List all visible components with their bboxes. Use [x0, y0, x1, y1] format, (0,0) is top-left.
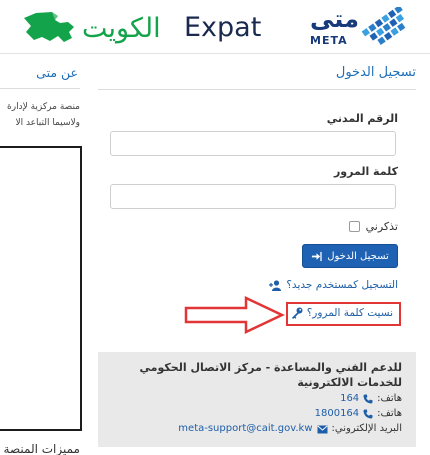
password-label: كلمة المرور	[333, 165, 398, 178]
key-icon	[291, 307, 303, 319]
intro-video[interactable]	[0, 146, 82, 431]
forgot-password-highlight: نسيت كلمة المرور؟	[286, 302, 401, 326]
meta-mark-icon	[361, 7, 406, 45]
meta-logo: متى META	[306, 5, 424, 49]
register-link[interactable]: التسجيل كمستخدم جديد؟	[269, 279, 398, 291]
meta-logo-arabic: متى	[310, 5, 359, 33]
phone-icon	[363, 409, 373, 419]
support-phone-2: هاتف: 1800164	[112, 408, 402, 420]
support-phone-1: هاتف: 164	[112, 393, 402, 405]
email-value[interactable]: meta-support@cait.gov.kw	[178, 423, 312, 435]
login-button-label: تسجيل الدخول	[327, 250, 389, 262]
password-input[interactable]	[110, 184, 396, 209]
about-line-1: منصة مركزية لإدارة	[7, 102, 80, 112]
phone-1-label: هاتف:	[377, 393, 402, 404]
phone-icon	[363, 394, 373, 404]
login-button[interactable]: تسجيل الدخول	[302, 244, 398, 268]
about-line-2: ولاسيما التباعد الا	[15, 118, 80, 128]
envelope-icon	[316, 425, 328, 433]
forgot-password-label: نسيت كلمة المرور؟	[306, 307, 393, 319]
arrow-right-icon	[184, 296, 285, 334]
phone-2-value[interactable]: 1800164	[315, 408, 360, 420]
sign-in-icon	[312, 251, 322, 261]
brand-arabic: الكويت	[82, 13, 161, 44]
phone-1-value[interactable]: 164	[340, 393, 359, 405]
user-plus-icon	[269, 279, 282, 291]
about-description: منصة مركزية لإدارة ولاسيما التباعد الا	[0, 99, 80, 131]
features-heading: مميزات المنصة	[3, 442, 80, 455]
brand-english: Expat	[184, 12, 262, 43]
kuwait-map-icon	[24, 12, 74, 42]
login-panel: تسجيل الدخول الرقم المدني كلمة المرور تذ…	[98, 55, 416, 340]
support-box: للدعم الفني والمساعدة - مركز الاتصال الح…	[98, 352, 416, 447]
login-divider	[98, 89, 416, 90]
forgot-password-link[interactable]: نسيت كلمة المرور؟	[291, 307, 393, 319]
login-title: تسجيل الدخول	[335, 65, 416, 80]
phone-2-label: هاتف:	[377, 408, 402, 419]
support-title: للدعم الفني والمساعدة - مركز الاتصال الح…	[139, 361, 402, 389]
support-email: البريد الإلكتروني: meta-support@cait.gov…	[112, 423, 402, 435]
civil-id-label: الرقم المدني	[326, 112, 398, 125]
email-label: البريد الإلكتروني:	[331, 423, 402, 434]
register-link-label: التسجيل كمستخدم جديد؟	[286, 279, 398, 291]
remember-me-checkbox[interactable]	[348, 221, 360, 232]
about-title: عن متى	[36, 65, 78, 80]
header: الكويت Expat متى META	[0, 0, 430, 54]
remember-me[interactable]: تذكرني	[348, 220, 398, 233]
expat-kuwait-logo: الكويت Expat	[10, 7, 275, 47]
about-divider	[0, 88, 80, 89]
civil-id-input[interactable]	[110, 131, 396, 156]
remember-me-label: تذكرني	[365, 220, 398, 233]
meta-logo-english: META	[310, 34, 348, 47]
